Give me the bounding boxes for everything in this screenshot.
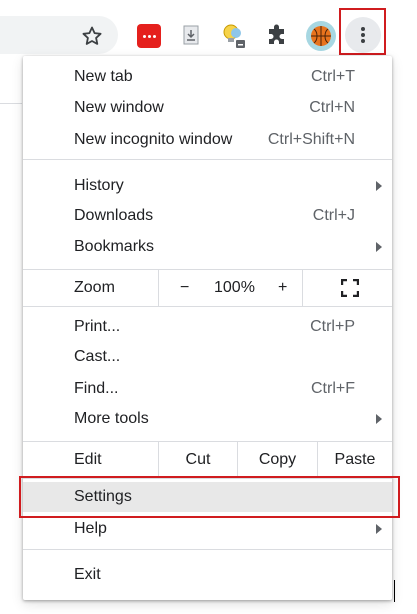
menu-item-more-tools[interactable]: More tools — [23, 404, 392, 434]
submenu-arrow-icon — [376, 181, 382, 191]
menu-item-history[interactable]: History — [23, 171, 392, 201]
submenu-arrow-icon — [376, 242, 382, 252]
zoom-controls: − 100% + — [158, 270, 303, 306]
menu-item-label: Downloads — [74, 207, 154, 224]
submenu-arrow-icon — [376, 414, 382, 424]
browser-menu: New tab Ctrl+T New window Ctrl+N New inc… — [23, 56, 392, 600]
cut-button[interactable]: Cut — [158, 442, 237, 478]
page-divider — [0, 103, 22, 104]
zoom-out-button[interactable]: − — [180, 270, 189, 306]
menu-item-downloads[interactable]: Downloads Ctrl+J — [23, 201, 392, 231]
highlight-box-settings — [19, 476, 400, 518]
shortcut-label: Ctrl+T — [311, 68, 355, 85]
menu-item-find[interactable]: Find... Ctrl+F — [23, 374, 392, 404]
menu-item-new-tab[interactable]: New tab Ctrl+T — [23, 62, 392, 92]
menu-item-label: Exit — [74, 566, 101, 583]
shortcut-label: Ctrl+P — [310, 318, 355, 335]
menu-item-bookmarks[interactable]: Bookmarks — [23, 232, 392, 262]
menu-item-label: Bookmarks — [74, 238, 155, 255]
text-cursor — [394, 580, 395, 602]
menu-item-label: More tools — [74, 410, 149, 427]
menu-item-new-window[interactable]: New window Ctrl+N — [23, 93, 392, 123]
shortcut-label: Ctrl+F — [311, 380, 355, 397]
menu-separator — [23, 549, 392, 550]
shortcut-label: Ctrl+J — [312, 207, 355, 224]
menu-item-label: Print... — [74, 318, 121, 335]
shortcut-label: Ctrl+Shift+N — [267, 131, 355, 148]
download-extension-icon[interactable] — [178, 22, 204, 48]
pocket-icon[interactable] — [137, 24, 161, 48]
zoom-level: 100% — [214, 279, 255, 296]
edit-row: Edit Cut Copy Paste — [23, 442, 392, 478]
edit-label: Edit — [74, 451, 102, 468]
menu-separator — [23, 306, 392, 307]
paste-button[interactable]: Paste — [317, 442, 392, 478]
zoom-row: Zoom − 100% + — [23, 270, 392, 306]
lightbulb-extension-icon[interactable] — [220, 22, 246, 48]
fullscreen-icon[interactable] — [341, 279, 359, 297]
menu-item-cast[interactable]: Cast... — [23, 342, 392, 372]
submenu-arrow-icon — [376, 524, 382, 534]
shortcut-label: Ctrl+N — [309, 99, 355, 116]
menu-item-label: New window — [74, 99, 164, 116]
highlight-box-menu-button — [339, 8, 386, 55]
menu-item-new-incognito-window[interactable]: New incognito window Ctrl+Shift+N — [23, 125, 392, 155]
copy-button[interactable]: Copy — [237, 442, 317, 478]
menu-separator — [23, 159, 392, 160]
profile-avatar-icon[interactable] — [306, 21, 336, 51]
star-icon[interactable] — [80, 24, 104, 48]
menu-item-exit[interactable]: Exit — [23, 560, 392, 590]
menu-item-label: History — [74, 177, 124, 194]
basketball-icon — [311, 26, 331, 46]
menu-item-label: Help — [74, 520, 107, 537]
zoom-label: Zoom — [74, 279, 115, 296]
menu-item-label: New incognito window — [74, 131, 233, 148]
zoom-in-button[interactable]: + — [278, 270, 287, 306]
menu-item-label: Find... — [74, 380, 119, 397]
menu-item-label: New tab — [74, 68, 133, 85]
puzzle-extensions-icon[interactable] — [264, 22, 290, 48]
menu-item-help[interactable]: Help — [23, 514, 392, 544]
menu-item-label: Cast... — [74, 348, 121, 365]
menu-item-print[interactable]: Print... Ctrl+P — [23, 312, 392, 342]
